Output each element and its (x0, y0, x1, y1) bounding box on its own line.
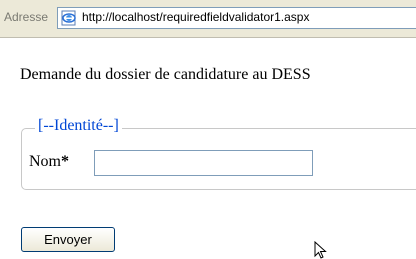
submit-button[interactable]: Envoyer (21, 227, 115, 252)
nom-label: Nom* (29, 153, 69, 171)
address-bar: Adresse http://localhost/requiredfieldva… (0, 0, 416, 38)
page-heading: Demande du dossier de candidature au DES… (20, 66, 311, 83)
identity-legend: [--Identité--] (35, 117, 122, 135)
address-field[interactable]: http://localhost/requiredfieldvalidator1… (57, 7, 416, 29)
browser-window: Adresse http://localhost/requiredfieldva… (0, 0, 416, 259)
nom-label-text: Nom (29, 153, 61, 170)
url-text: http://localhost/requiredfieldvalidator1… (82, 10, 310, 24)
required-asterisk: * (61, 153, 69, 170)
arrow-cursor-icon (314, 240, 330, 259)
nom-input[interactable] (94, 150, 313, 176)
address-label: Adresse (4, 10, 49, 24)
ie-page-icon (61, 10, 77, 26)
